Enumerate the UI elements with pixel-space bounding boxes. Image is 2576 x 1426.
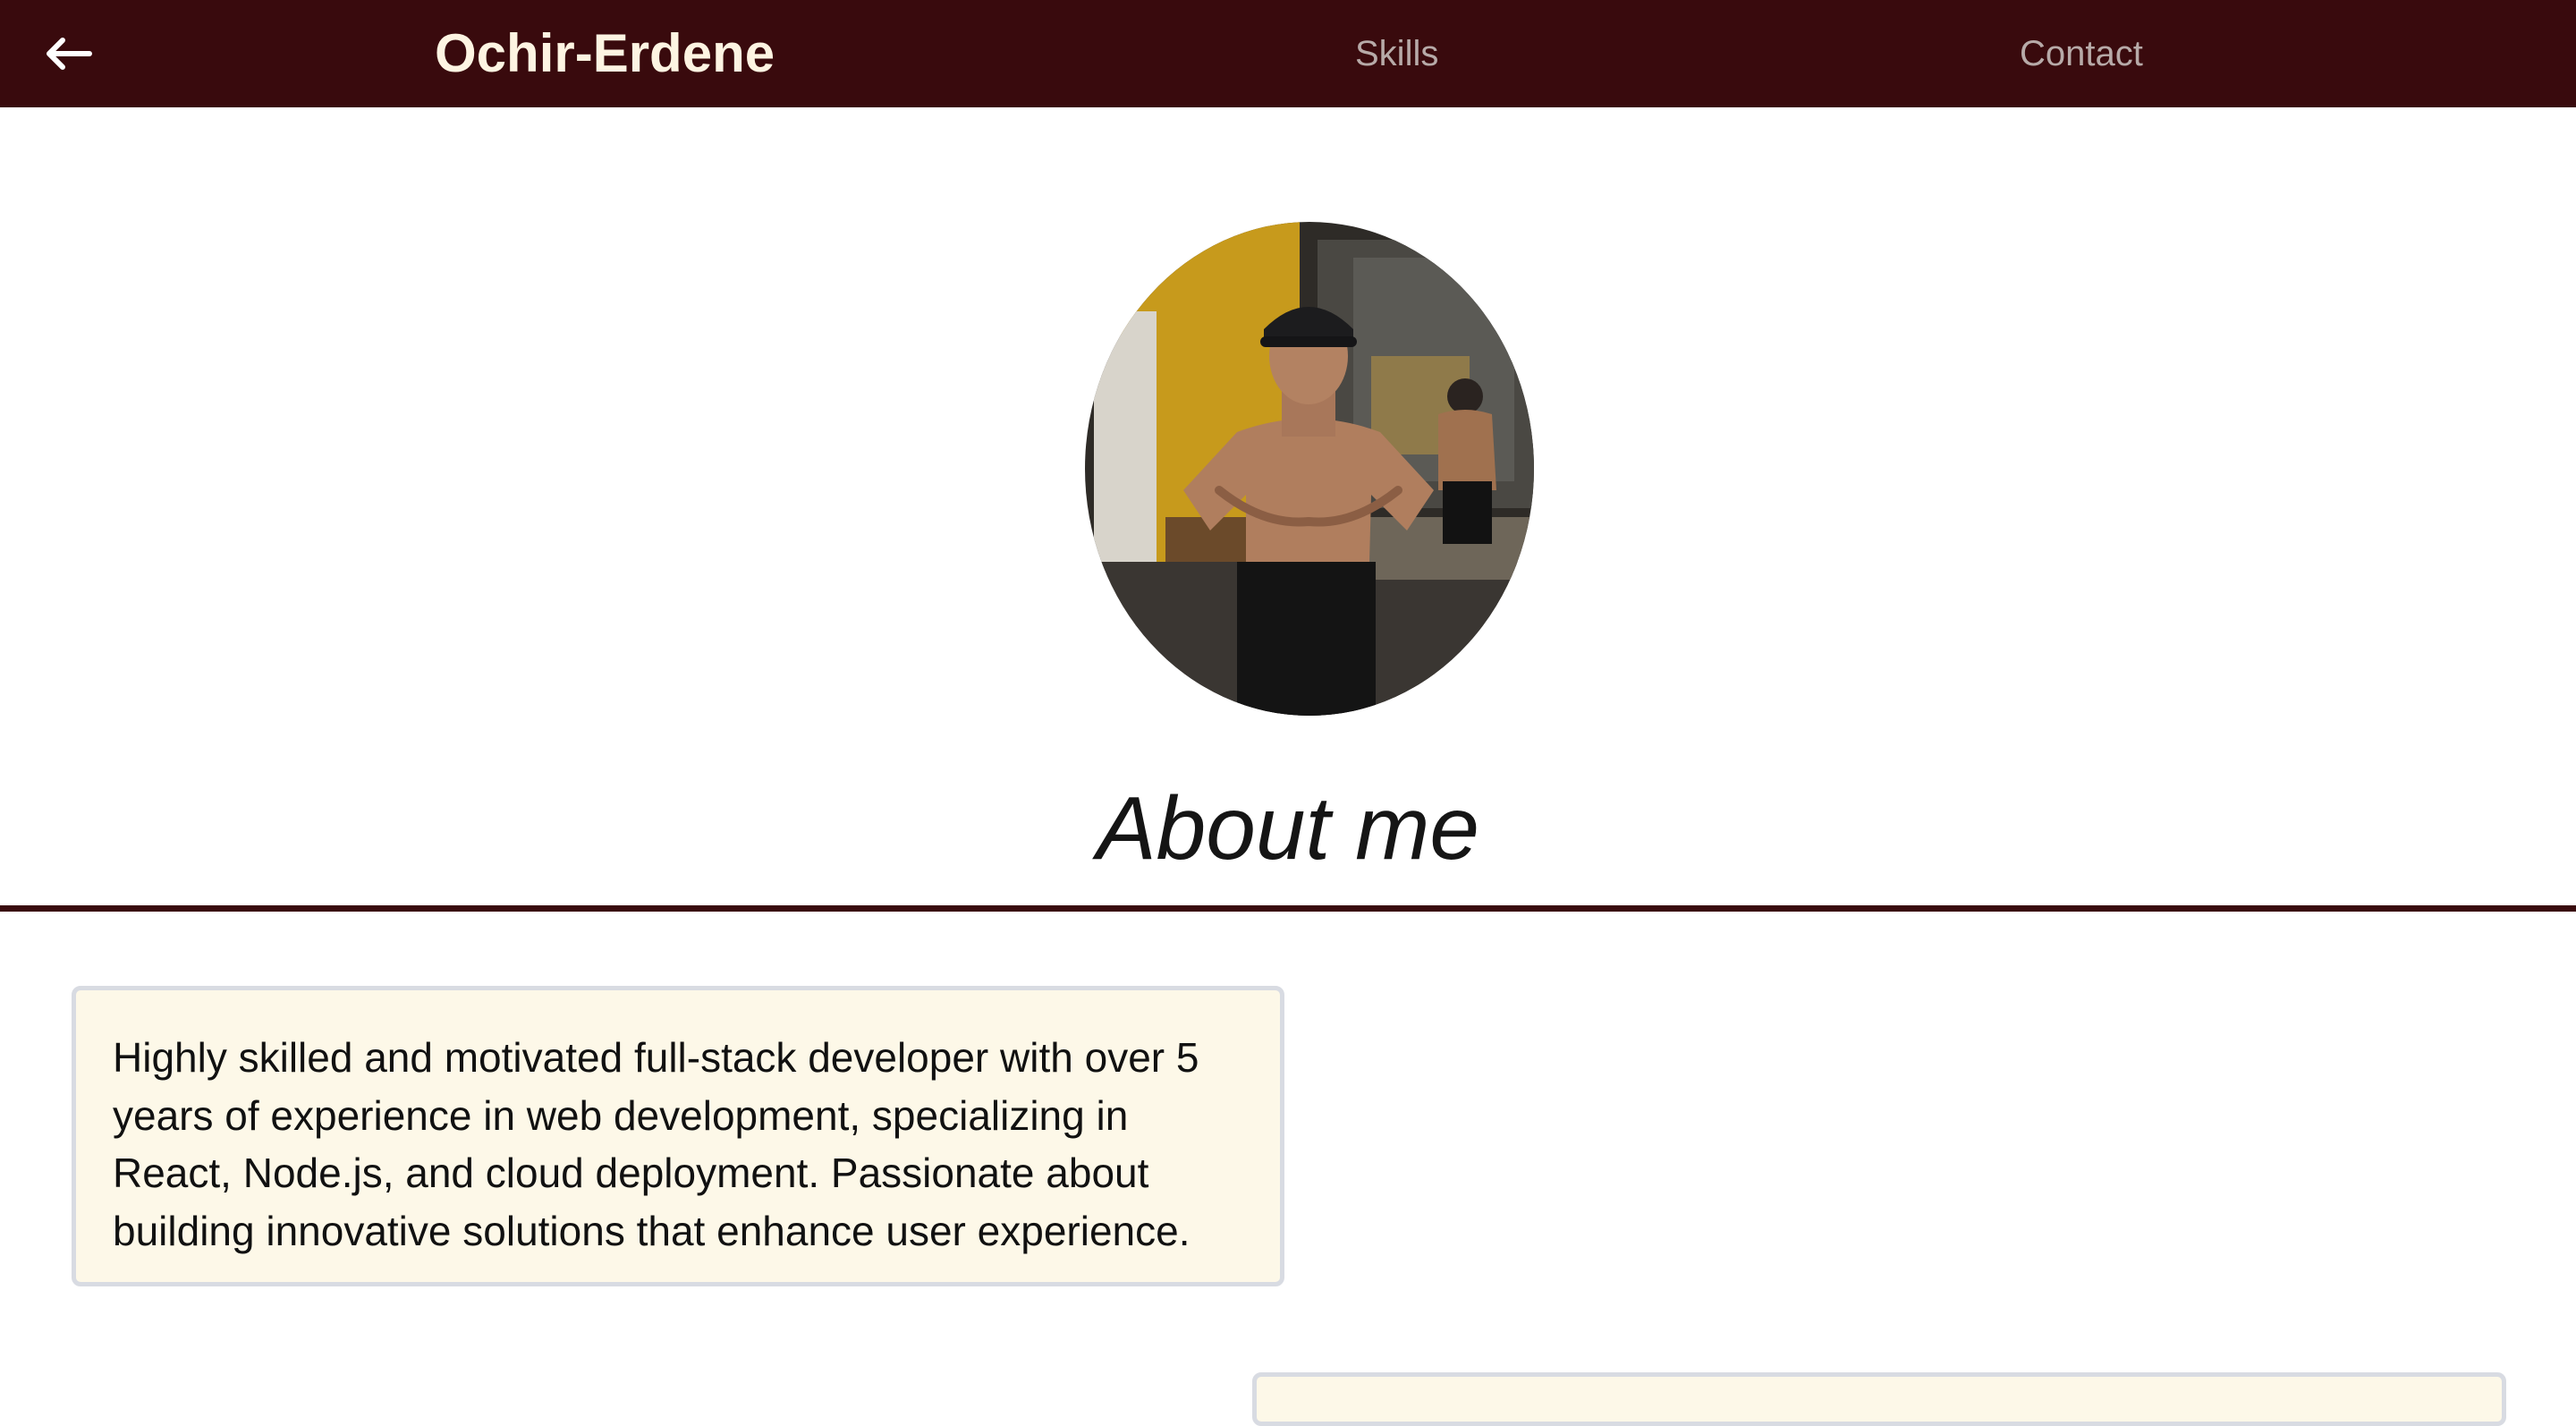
next-card [1252,1372,2506,1426]
about-heading: About me [1096,778,1480,879]
about-card: Highly skilled and motivated full-stack … [72,986,1284,1286]
about-summary-text: Highly skilled and motivated full-stack … [113,1034,1199,1254]
top-navbar: Ochir-Erdene Skills Contact [0,0,2576,107]
nav-link-contact[interactable]: Contact [2020,32,2143,75]
profile-photo [1085,222,1534,716]
site-title[interactable]: Ochir-Erdene [435,23,775,84]
back-button[interactable] [36,21,100,86]
arrow-left-icon [47,38,92,70]
profile-photo-image [1085,222,1534,716]
nav-link-skills[interactable]: Skills [1355,32,1438,75]
section-divider [0,905,2576,912]
